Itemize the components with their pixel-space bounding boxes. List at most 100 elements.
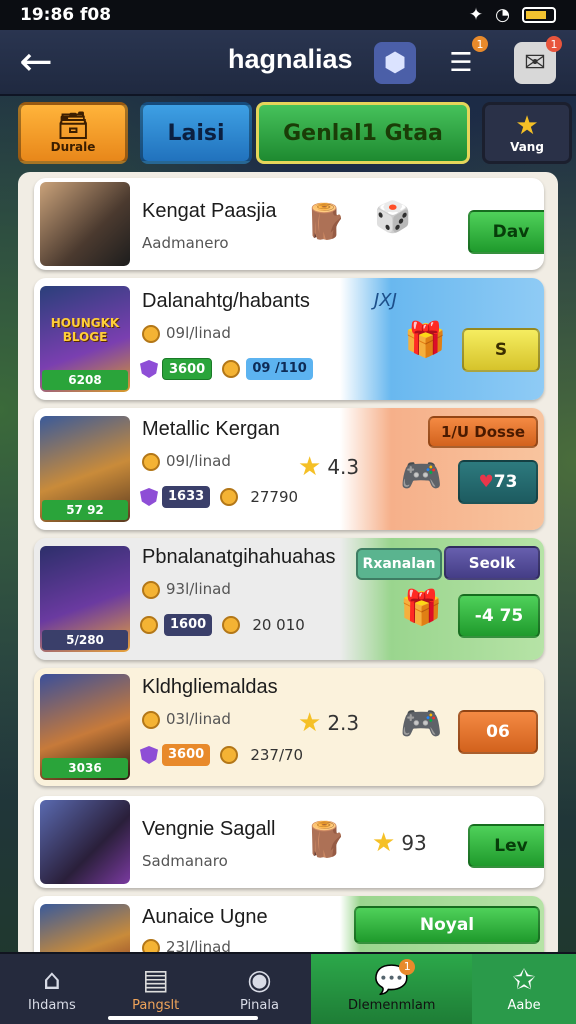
item-subtitle: Aadmanero: [142, 234, 229, 252]
list-item[interactable]: Vengnie Sagall Sadmanaro 🪵 ★ 93 Lev: [34, 796, 544, 888]
tab-label: Laisi: [167, 120, 225, 146]
app-header: ← hagnalias ⬢ ☰ 1 ✉ 1: [0, 30, 576, 96]
star-outline-icon: ✩: [512, 963, 536, 996]
item-meta: 09l/linad: [142, 324, 231, 343]
shield-icon: [140, 360, 158, 378]
list-item[interactable]: 3036 Kldhgliemaldas 03l/linad 3600 237/7…: [34, 668, 544, 786]
cards-icon: ▤: [142, 963, 169, 996]
status-time: 19:86 f08: [20, 5, 112, 25]
treasure-icon: 🪵: [304, 202, 347, 242]
game-thumbnail: HOUNGKK BLOGE 6208: [40, 286, 130, 392]
coin-icon: [220, 746, 239, 764]
arrow-left-icon: ←: [19, 39, 53, 85]
gems-icon: 🎲: [374, 200, 412, 235]
thumb-tag: 5/280: [42, 630, 128, 650]
claim-button[interactable]: Dav: [468, 210, 544, 254]
buy-button[interactable]: -4 75: [458, 594, 540, 638]
treasure-icon: 🪵: [304, 820, 347, 860]
chest-icon: 🗃: [56, 111, 90, 141]
chat-bubble-icon: 💬 1: [374, 959, 416, 995]
item-stats: 3600 237/70: [140, 744, 309, 766]
tier-badge: 1/U Dosse: [428, 416, 538, 448]
coin-icon: [222, 616, 241, 634]
tab-durale[interactable]: 🗃 Durale: [18, 102, 128, 164]
heart-icon: ♥: [478, 472, 494, 492]
item-title: Vengnie Sagall: [142, 818, 276, 840]
wifi-icon: ◔: [495, 5, 510, 25]
item-meta: 93l/linad: [142, 580, 231, 599]
avatar: [40, 800, 130, 884]
tab-genlal[interactable]: Genlal1 Gtaa: [256, 102, 470, 164]
nav-item-compass[interactable]: ◉ Pinala: [208, 954, 312, 1024]
seek-button[interactable]: Seolk: [444, 546, 540, 580]
tag-button[interactable]: Rxanalan: [356, 548, 442, 580]
nav-item-favorites[interactable]: ✩ Aabe: [472, 954, 576, 1024]
home-icon: ⌂: [43, 963, 61, 996]
coin-icon: [142, 324, 160, 343]
coin-icon: [142, 580, 160, 599]
nav-label: Pinala: [239, 998, 279, 1013]
buy-button[interactable]: 06: [458, 710, 538, 754]
tab-laisi[interactable]: Laisi: [140, 102, 252, 164]
star-icon: ★: [298, 452, 322, 482]
item-title: Kldhgliemaldas: [142, 676, 278, 698]
buy-button[interactable]: S: [462, 328, 540, 372]
nav-badge: 1: [399, 959, 416, 975]
item-title: Metallic Kergan: [142, 418, 280, 440]
compass-icon: ◉: [247, 963, 272, 996]
cube-button[interactable]: ⬢: [374, 42, 416, 84]
rating: ★ 93: [372, 828, 427, 858]
status-bar: 19:86 f08 ✦ ◔: [0, 0, 576, 30]
offer-list: Kengat Paasjia Aadmanero 🪵 🎲 Dav HOUNGKK…: [18, 172, 558, 962]
nav-item-home[interactable]: ⌂ Ihdams: [0, 954, 104, 1024]
list-item[interactable]: 57 92 Metallic Kergan 09l/linad 1633 277…: [34, 408, 544, 530]
tier-label: JXJ: [374, 290, 397, 311]
coin-icon: [222, 360, 241, 378]
game-thumbnail: 3036: [40, 674, 130, 780]
tab-label: Genlal1 Gtaa: [283, 120, 443, 146]
nav-item-cards[interactable]: ▤ Pangslt: [104, 954, 208, 1024]
list-icon: ☰: [449, 48, 473, 78]
nav-item-messages[interactable]: 💬 1 Dlemenmlam: [311, 954, 473, 1024]
shield-icon: [140, 488, 158, 506]
bottom-nav: ⌂ Ihdams ▤ Pangslt ◉ Pinala 💬 1 Dlemenmla…: [0, 952, 576, 1024]
claim-button[interactable]: Lev: [468, 824, 544, 868]
gift-icon: 🎮: [400, 456, 443, 496]
gift-icon: 🎁: [400, 588, 443, 628]
list-item[interactable]: HOUNGKK BLOGE 6208 Dalanahtg/habants 09l…: [34, 278, 544, 400]
star-icon: ★: [298, 708, 322, 738]
list-item[interactable]: Kengat Paasjia Aadmanero 🪵 🎲 Dav: [34, 178, 544, 270]
rating: ★ 4.3: [298, 452, 360, 482]
thumb-tag: 6208: [42, 370, 128, 390]
back-button[interactable]: ←: [6, 32, 66, 92]
buy-button[interactable]: ♥ 73: [458, 460, 538, 504]
chat-badge: 1: [546, 36, 562, 52]
nav-label: Ihdams: [28, 998, 76, 1013]
nav-label: Aabe: [507, 998, 541, 1013]
gift-icon: 🎁: [404, 320, 447, 360]
item-stats: 1600 20 010: [140, 614, 311, 636]
list-item[interactable]: 5/280 Pbnalanatgihahuahas 93l/linad 1600…: [34, 538, 544, 660]
tab-vang[interactable]: ★ Vang: [482, 102, 572, 164]
tab-bar: 🗃 Durale Laisi Genlal1 Gtaa ★ Vang: [14, 102, 572, 168]
star-icon: ★: [515, 111, 539, 141]
chat-button[interactable]: ✉ 1: [514, 36, 562, 84]
item-title: Dalanahtg/habants: [142, 290, 310, 312]
thumb-tag: 3036: [42, 758, 128, 778]
shield-icon: [140, 746, 158, 764]
coin-icon: [220, 488, 239, 506]
chat-icon: ✉: [524, 48, 546, 78]
list-badge: 1: [472, 36, 488, 52]
item-stats: 1633 27790: [140, 486, 304, 508]
thumb-tag: 57 92: [42, 500, 128, 520]
avatar: [40, 182, 130, 266]
item-meta: 03l/linad: [142, 710, 231, 729]
list-button[interactable]: ☰ 1: [440, 36, 488, 84]
tab-label: Vang: [510, 140, 544, 154]
thumb-banner: HOUNGKK BLOGE: [50, 316, 120, 344]
royal-button[interactable]: Noyal: [354, 906, 540, 944]
item-stats: 3600 09 /110: [140, 358, 313, 380]
cube-icon: ⬢: [383, 48, 407, 78]
game-thumbnail: 57 92: [40, 416, 130, 522]
coin-icon: [142, 452, 160, 471]
